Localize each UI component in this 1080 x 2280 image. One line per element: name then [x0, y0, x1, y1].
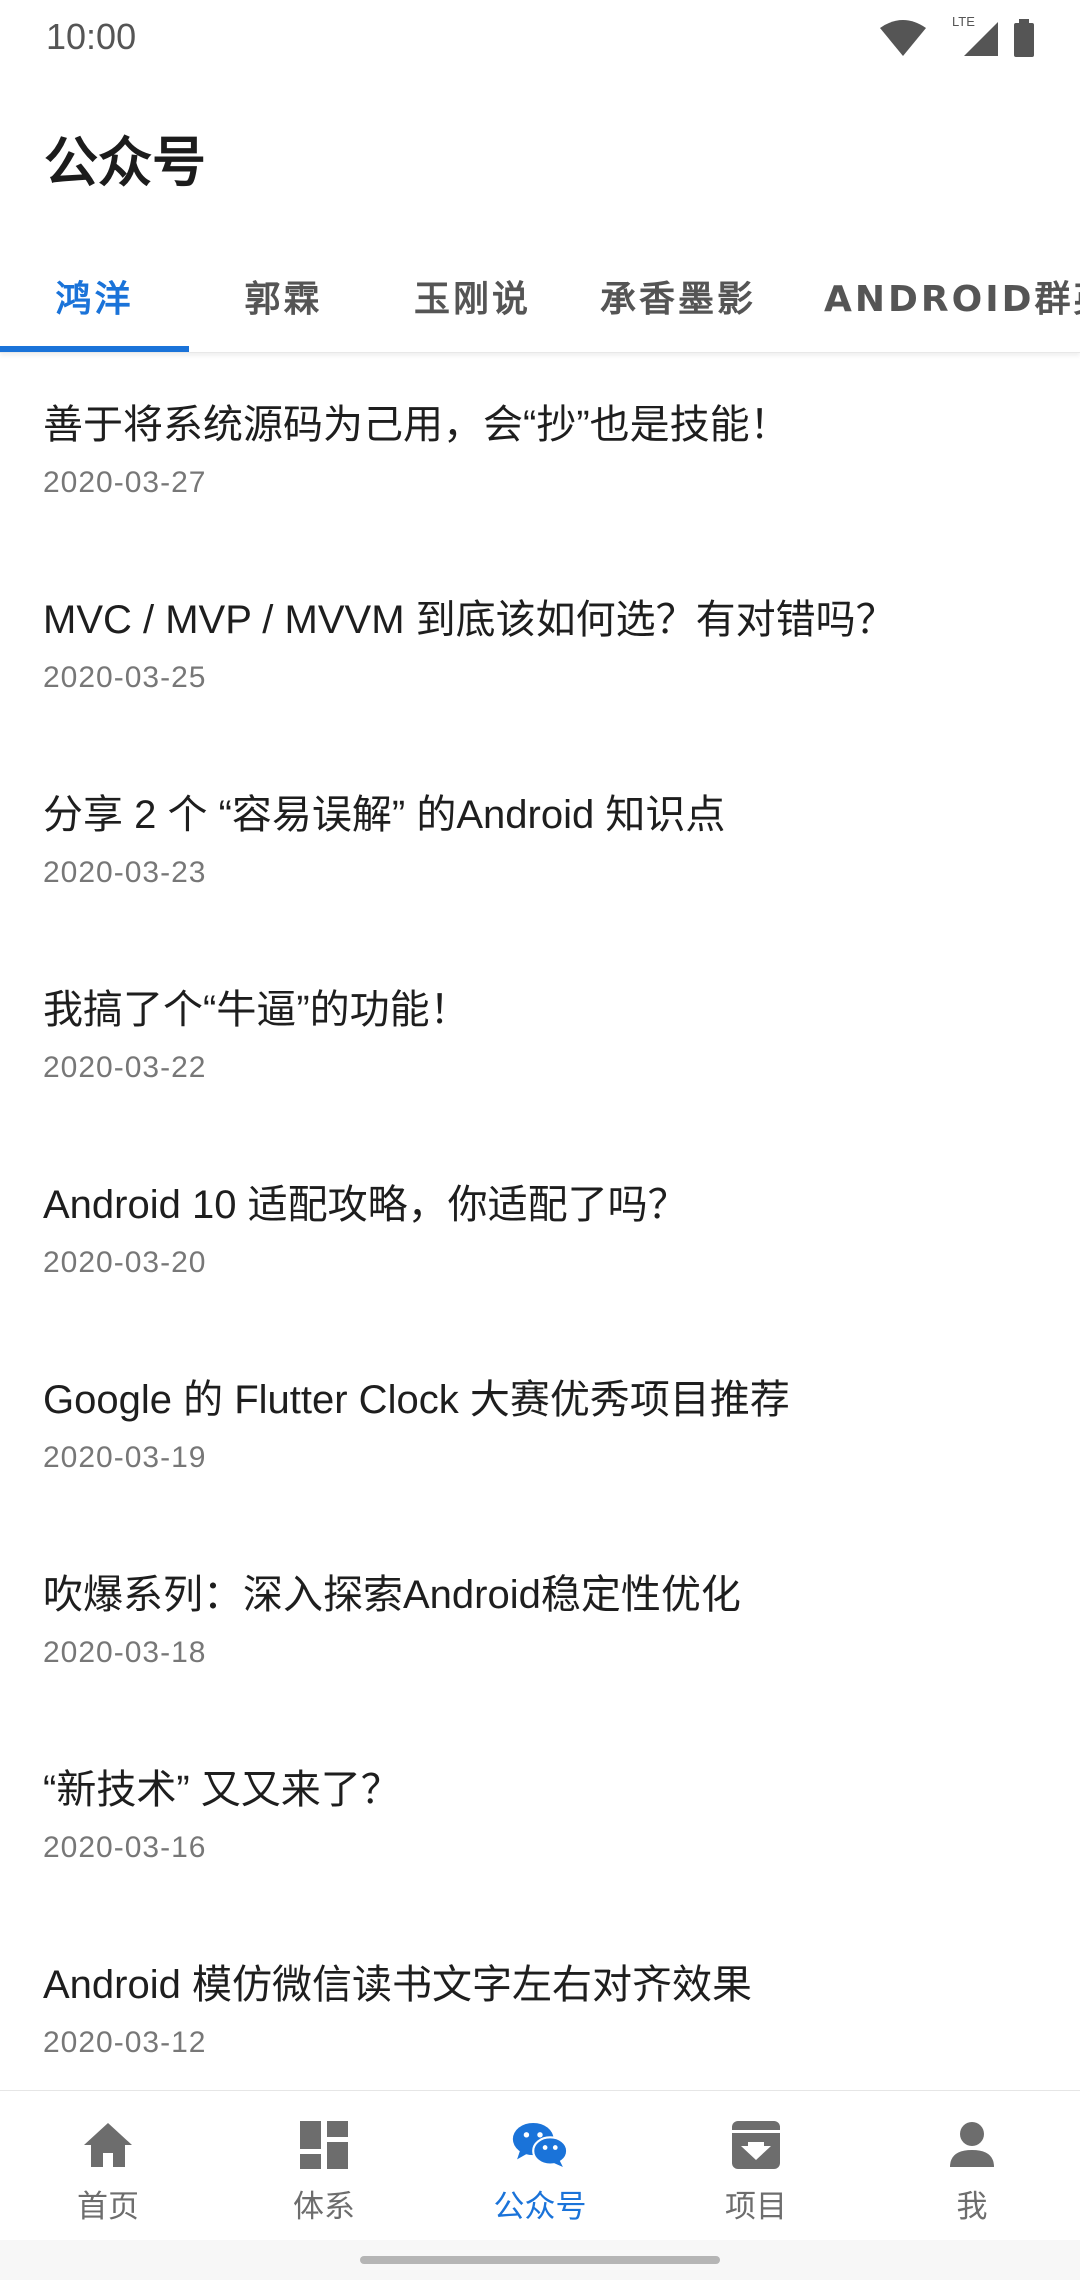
nav-item-official-accounts[interactable]: 公众号 [432, 2091, 648, 2241]
article-item[interactable]: Google 的 Flutter Clock 大赛优秀项目推荐 2020-03-… [0, 1329, 1080, 1524]
article-item[interactable]: 分享 2 个 “容易误解” 的Android 知识点 2020-03-23 [0, 744, 1080, 939]
tab-label: 郭霖 [244, 278, 323, 320]
nav-label: 我 [956, 2189, 988, 2225]
tab-label: 鸿洋 [55, 278, 134, 320]
article-title: 分享 2 个 “容易误解” 的Android 知识点 [43, 793, 726, 837]
home-icon [80, 2117, 136, 2173]
status-icons: LTE [878, 14, 1036, 58]
page-title: 公众号 [44, 131, 206, 194]
tab-android-qunying[interactable]: ANDROID群英 [800, 238, 1080, 352]
article-date: 2020-03-19 [43, 1441, 207, 1474]
tab-indicator [0, 346, 189, 352]
tab-label: ANDROID群英 [824, 278, 1080, 320]
article-title: Android 10 适配攻略，你适配了吗？ [43, 1183, 688, 1227]
article-item[interactable]: 我搞了个“牛逼”的功能！ 2020-03-22 [0, 939, 1080, 1134]
tab-chengxiangmoying[interactable]: 承香墨影 [567, 238, 789, 352]
archive-icon [728, 2117, 784, 2173]
article-date: 2020-03-23 [43, 856, 207, 889]
article-date: 2020-03-27 [43, 466, 207, 499]
nav-item-home[interactable]: 首页 [0, 2091, 216, 2241]
article-title: Google 的 Flutter Clock 大赛优秀项目推荐 [43, 1378, 790, 1422]
article-title: 吹爆系列：深入探索Android稳定性优化 [43, 1573, 741, 1617]
article-date: 2020-03-25 [43, 661, 207, 694]
nav-label: 首页 [77, 2189, 139, 2225]
article-item[interactable]: Android 10 适配攻略，你适配了吗？ 2020-03-20 [0, 1134, 1080, 1329]
article-title: 我搞了个“牛逼”的功能！ [43, 988, 470, 1032]
home-gesture-bar[interactable] [360, 2256, 720, 2264]
nav-label: 体系 [293, 2189, 355, 2225]
article-item[interactable]: MVC / MVP / MVVM 到底该如何选？有对错吗？ 2020-03-25 [0, 549, 1080, 744]
nav-label: 公众号 [493, 2189, 587, 2225]
account-tabs: 鸿洋 郭霖 玉刚说 承香墨影 ANDROID群英 [0, 238, 1080, 353]
article-date: 2020-03-20 [43, 1246, 207, 1279]
battery-icon [1014, 19, 1034, 57]
article-item[interactable]: 善于将系统源码为己用，会“抄”也是技能！ 2020-03-27 [0, 354, 1080, 549]
wifi-icon [880, 20, 926, 56]
tab-label: 玉刚说 [413, 278, 531, 320]
dashboard-icon [296, 2117, 352, 2173]
article-title: 善于将系统源码为己用，会“抄”也是技能！ [43, 403, 790, 447]
tab-hongyang[interactable]: 鸿洋 [0, 238, 189, 352]
article-date: 2020-03-12 [43, 2026, 207, 2059]
article-item[interactable]: 吹爆系列：深入探索Android稳定性优化 2020-03-18 [0, 1524, 1080, 1719]
tab-guolin[interactable]: 郭霖 [189, 238, 378, 352]
article-item[interactable]: “新技术” 又又来了？ 2020-03-16 [0, 1719, 1080, 1914]
person-icon [944, 2117, 1000, 2173]
bottom-navigation: 首页 体系 公众号 项目 我 [0, 2090, 1080, 2240]
nav-item-projects[interactable]: 项目 [648, 2091, 864, 2241]
article-date: 2020-03-22 [43, 1051, 207, 1084]
tab-yugangshuo[interactable]: 玉刚说 [378, 238, 567, 352]
article-title: MVC / MVP / MVVM 到底该如何选？有对错吗？ [43, 598, 896, 642]
article-date: 2020-03-16 [43, 1831, 207, 1864]
cellular-icon: LTE [942, 14, 998, 58]
wechat-icon [512, 2117, 568, 2173]
nav-item-system[interactable]: 体系 [216, 2091, 432, 2241]
article-item[interactable]: Android 模仿微信读书文字左右对齐效果 2020-03-12 [0, 1914, 1080, 2109]
article-date: 2020-03-18 [43, 1636, 207, 1669]
status-bar: 10:00 LTE [0, 0, 1080, 80]
article-title: “新技术” 又又来了？ [43, 1768, 401, 1812]
nav-label: 项目 [725, 2189, 787, 2225]
status-time: 10:00 [46, 16, 137, 57]
article-title: Android 模仿微信读书文字左右对齐效果 [43, 1963, 752, 2007]
tab-label: 承香墨影 [599, 278, 756, 320]
gesture-area [0, 2240, 1080, 2280]
nav-item-me[interactable]: 我 [864, 2091, 1080, 2241]
